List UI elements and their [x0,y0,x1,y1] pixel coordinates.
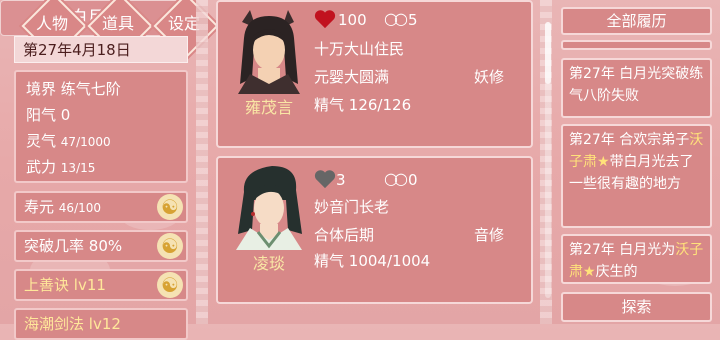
history-prefix: 合欢宗弟子 [619,132,690,148]
skill1-level: lv11 [73,276,106,294]
skill-row[interactable]: 上善诀 lv11 ☯ [14,269,188,301]
force-label: 武力 [26,158,57,176]
character-race: 音修 [474,226,505,244]
history-year: 第27年 [569,132,615,148]
history-prefix: 白月光为 [619,242,676,258]
character-cultivation: 合体后期 [314,226,375,244]
breakthrough-row[interactable]: 突破几率 80% ☯ [14,230,188,262]
character-identity: 妙音门长老 [314,198,390,216]
lifespan-label: 寿元 [24,198,55,216]
essence-row: 精气 1004/1004 [314,250,430,271]
realm-value: 练气七阶 [60,80,121,98]
history-header-button[interactable]: 全部履历 [561,7,712,35]
history-text: 庆生的 [595,264,638,280]
character-race: 妖修 [474,68,505,86]
handcuffs-icon: ○○ [384,169,408,188]
player-stats-card: 境界 练气七阶 阳气 0 灵气 47/1000 武力 13/15 [14,70,188,183]
history-year: 第27年 [569,242,615,258]
menu-character-button[interactable]: 人物 [23,14,81,34]
history-entry: 第27年 白月光为沃子肃★庆生的 [561,234,712,284]
realm-row: 境界 练气七阶 [26,78,121,99]
bond-value: 0 [408,171,418,189]
frame-edge-left [196,0,208,324]
explore-button[interactable]: 探索 [561,292,712,322]
character-list-scroll-thumb[interactable] [545,22,551,84]
character-card[interactable]: 雍茂言 100 ○○ 5 十万大山住民 元婴大圆满 妖修 精气 126/126 [216,0,533,148]
force-value: 13/15 [60,161,96,175]
essence-row: 精气 126/126 [314,94,411,115]
affection-value: 3 [336,171,346,189]
yang-value: 0 [60,106,71,124]
history-entry-partial [561,40,712,50]
history-entry: 第27年 合欢宗弟子沃子肃★带白月光去了一些很有趣的地方 [561,124,712,228]
realm-label: 境界 [26,80,57,98]
yang-label: 阳气 [26,106,57,124]
skill-row[interactable]: 海潮剑法 lv12 [14,308,188,340]
heart-icon [314,10,336,29]
character-identity: 十万大山住民 [314,40,405,58]
menu-items-button[interactable]: 道具 [89,14,147,34]
handcuffs-icon: ○○ [384,9,408,28]
character-card[interactable]: 凌琰 3 ○○ 0 妙音门长老 合体后期 音修 精气 1004/1004 [216,156,533,304]
essence-value: 126/126 [348,96,412,114]
skill2-level: lv12 [88,315,121,333]
lifespan-value: 46/100 [58,201,102,215]
spirit-label: 灵气 [26,132,57,150]
spirit-row: 灵气 47/1000 [26,130,111,151]
yin-yang-icon: ☯ [157,194,183,220]
character-name: 雍茂言 [244,98,293,117]
affection-value: 100 [338,11,367,29]
skill2-name: 海潮剑法 [24,315,85,333]
yang-row: 阳气 0 [26,104,70,125]
skill1-name: 上善诀 [24,276,70,294]
spirit-value: 47/1000 [60,135,111,149]
character-cultivation: 元婴大圆满 [314,68,390,86]
essence-label: 精气 [314,252,345,270]
history-entry: 第27年 白月光突破练气八阶失败 [561,58,712,118]
character-portrait [228,164,310,250]
character-name: 凌琰 [252,254,285,273]
date-display: 第27年4月18日 [14,36,188,63]
essence-value: 1004/1004 [348,252,431,270]
character-portrait [228,8,310,94]
force-row: 武力 13/15 [26,156,95,177]
breakthrough-label: 突破几率 [24,237,85,255]
yin-yang-icon: ☯ [157,233,183,259]
breakthrough-value: 80% [88,237,123,255]
history-year: 第27年 [569,66,615,82]
lifespan-row[interactable]: 寿元 46/100 ☯ [14,191,188,223]
yin-yang-icon: ☯ [157,272,183,298]
bond-value: 5 [408,11,418,29]
essence-label: 精气 [314,96,345,114]
heart-icon [314,170,336,189]
